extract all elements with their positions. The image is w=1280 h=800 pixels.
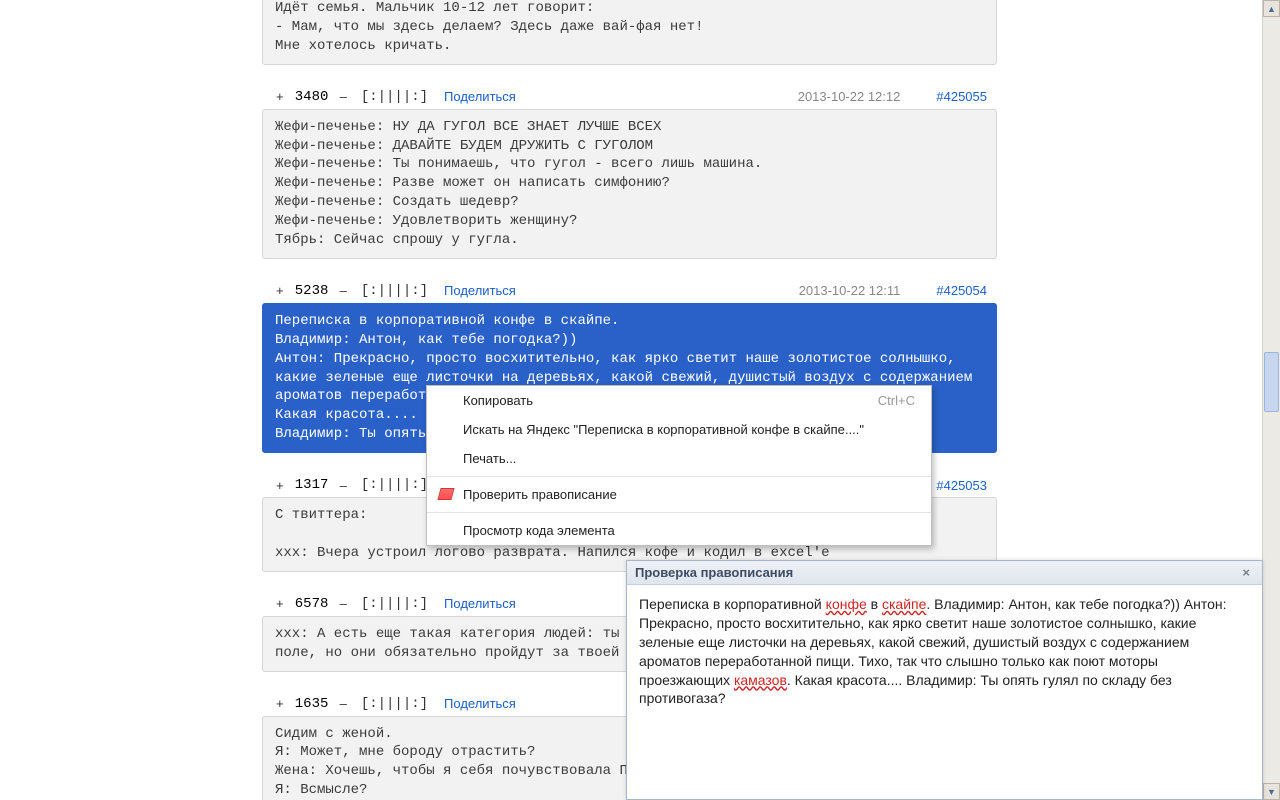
quote-date: 2013-10-22 12:11 bbox=[799, 283, 901, 298]
bayan-button[interactable]: [:||||:] bbox=[361, 596, 428, 612]
spelling-error[interactable]: скайпе bbox=[882, 596, 926, 612]
bayan-button[interactable]: [:||||:] bbox=[361, 283, 428, 299]
quote-date: 2013-10-22 12:12 bbox=[798, 89, 901, 104]
quote-text[interactable]: Идёт семья. Мальчик 10-12 лет говорит: -… bbox=[262, 0, 997, 65]
spellcheck-panel: Проверка правописания × Переписка в корп… bbox=[626, 560, 1263, 800]
quote-id-link[interactable]: #425053 bbox=[936, 478, 987, 493]
eraser-icon bbox=[437, 488, 454, 500]
bayan-button[interactable]: [:||||:] bbox=[361, 89, 428, 105]
context-menu: Копировать Ctrl+C Искать на Яндекс "Пере… bbox=[426, 385, 932, 546]
spellcheck-panel-body: Переписка в корпоративной конфе в скайпе… bbox=[627, 585, 1262, 718]
quote-id-link[interactable]: #425055 bbox=[936, 89, 987, 104]
bayan-button[interactable]: [:||||:] bbox=[361, 477, 428, 493]
ctx-print-label: Печать... bbox=[463, 451, 516, 466]
ctx-copy-label: Копировать bbox=[463, 393, 533, 408]
upvote-button[interactable]: + bbox=[272, 696, 288, 711]
quote-id-link[interactable]: #425054 bbox=[936, 283, 987, 298]
quote-meta: +5238–[:||||:] Поделиться 2013-10-22 12:11… bbox=[262, 277, 997, 303]
ctx-spellcheck[interactable]: Проверить правописание bbox=[427, 480, 931, 509]
quote-meta: +3480–[:||||:] Поделиться 2013-10-22 12:12… bbox=[262, 83, 997, 109]
ctx-spellcheck-label: Проверить правописание bbox=[463, 487, 617, 502]
spellcheck-panel-header[interactable]: Проверка правописания × bbox=[627, 561, 1262, 585]
rating-value: 3480 bbox=[288, 89, 336, 105]
ctx-print[interactable]: Печать... bbox=[427, 444, 931, 473]
rating-value: 1635 bbox=[288, 696, 336, 712]
upvote-button[interactable]: + bbox=[272, 478, 288, 493]
downvote-button[interactable]: – bbox=[336, 89, 351, 104]
ctx-inspect-label: Просмотр кода элемента bbox=[463, 523, 615, 538]
ctx-separator bbox=[427, 476, 931, 477]
ctx-search-label: Искать на Яндекс "Переписка в корпоратив… bbox=[463, 422, 864, 437]
spellcheck-text: Переписка в корпоративной bbox=[639, 596, 826, 612]
share-link[interactable]: Поделиться bbox=[444, 696, 516, 711]
scroll-thumb[interactable] bbox=[1264, 352, 1279, 412]
downvote-button[interactable]: – bbox=[336, 696, 351, 711]
share-link[interactable]: Поделиться bbox=[444, 596, 516, 611]
upvote-button[interactable]: + bbox=[272, 596, 288, 611]
spelling-error[interactable]: конфе bbox=[826, 596, 867, 612]
share-link[interactable]: Поделиться bbox=[444, 283, 516, 298]
ctx-copy-hint: Ctrl+C bbox=[878, 393, 915, 408]
spellcheck-text: в bbox=[867, 596, 882, 612]
rating-value: 1317 bbox=[288, 477, 336, 493]
upvote-button[interactable]: + bbox=[272, 89, 288, 104]
downvote-button[interactable]: – bbox=[336, 478, 351, 493]
scroll-up-button[interactable]: ▲ bbox=[1263, 0, 1280, 17]
downvote-button[interactable]: – bbox=[336, 283, 351, 298]
upvote-button[interactable]: + bbox=[272, 283, 288, 298]
spelling-error[interactable]: камазов bbox=[734, 672, 787, 688]
bayan-button[interactable]: [:||||:] bbox=[361, 696, 428, 712]
ctx-separator bbox=[427, 512, 931, 513]
ctx-inspect[interactable]: Просмотр кода элемента bbox=[427, 516, 931, 545]
close-icon[interactable]: × bbox=[1238, 565, 1254, 580]
quote-text[interactable]: Жефи-печенье: НУ ДА ГУГОЛ ВСЕ ЗНАЕТ ЛУЧШ… bbox=[262, 109, 997, 259]
scroll-down-button[interactable]: ▼ bbox=[1263, 783, 1280, 800]
spellcheck-panel-title: Проверка правописания bbox=[635, 565, 793, 580]
ctx-search-yandex[interactable]: Искать на Яндекс "Переписка в корпоратив… bbox=[427, 415, 931, 444]
vertical-scrollbar[interactable]: ▲ ▼ bbox=[1262, 0, 1280, 800]
rating-value: 5238 bbox=[288, 283, 336, 299]
rating-value: 6578 bbox=[288, 596, 336, 612]
downvote-button[interactable]: – bbox=[336, 596, 351, 611]
ctx-copy[interactable]: Копировать Ctrl+C bbox=[427, 386, 931, 415]
share-link[interactable]: Поделиться bbox=[444, 89, 516, 104]
